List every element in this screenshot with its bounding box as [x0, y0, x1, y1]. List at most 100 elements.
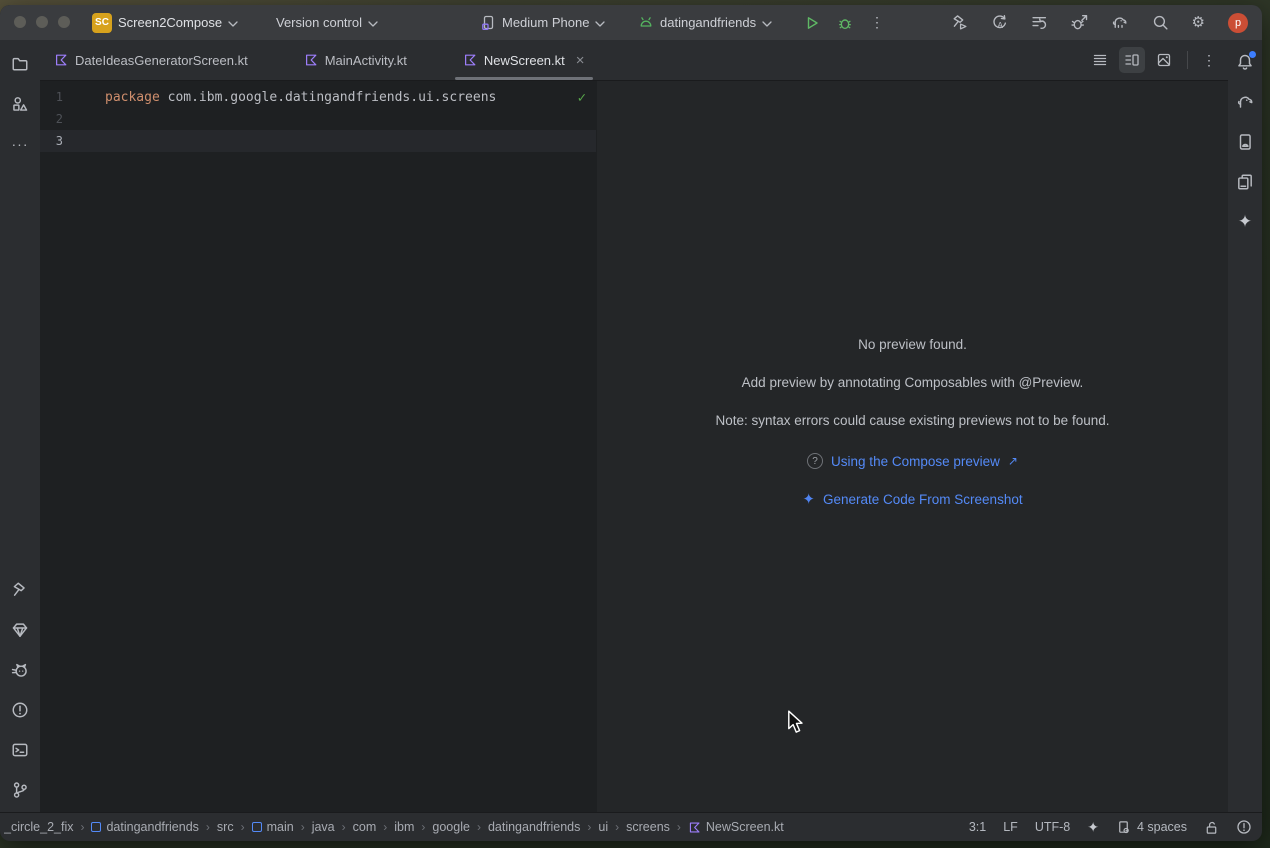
build-tool-button[interactable] [6, 576, 34, 604]
close-window-button[interactable] [14, 16, 26, 28]
external-link-icon: ↗ [1008, 454, 1018, 468]
editor-line[interactable]: 1 package com.ibm.google.datingandfriend… [40, 86, 596, 108]
line-separator-widget[interactable]: LF [1003, 820, 1018, 834]
code-editor[interactable]: 1 package com.ibm.google.datingandfriend… [40, 81, 596, 812]
run-configuration-selector[interactable]: datingandfriends [638, 5, 772, 40]
project-widget[interactable]: SC Screen2Compose [92, 5, 238, 40]
line-number: 1 [40, 90, 105, 104]
breadcrumb-item[interactable]: main [252, 820, 294, 834]
breadcrumb-item[interactable]: _circle_2_fix [4, 820, 73, 834]
device-selector[interactable]: Medium Phone [480, 5, 605, 40]
breadcrumb-item[interactable]: java [312, 820, 335, 834]
recent-changes-icon[interactable] [1031, 14, 1048, 31]
attach-debugger-icon[interactable] [1071, 14, 1088, 31]
more-tool-windows-button[interactable]: ··· [6, 130, 34, 158]
apply-changes-icon[interactable]: A [991, 14, 1008, 31]
breadcrumb-item[interactable]: com [353, 820, 377, 834]
toolbar-right-actions: A [951, 5, 1248, 40]
gradle-tool-button[interactable] [1231, 88, 1259, 116]
svg-text:A: A [997, 20, 1003, 30]
tab-dateideasgeneratorscreen[interactable]: DateIdeasGeneratorScreen.kt [40, 40, 262, 80]
split-view-button[interactable] [1119, 47, 1145, 73]
indent-settings-icon [1116, 820, 1131, 835]
settings-gear-icon[interactable]: ⚙ [1192, 15, 1205, 30]
editor-line[interactable]: 2 [40, 108, 596, 130]
design-view-button[interactable] [1151, 47, 1177, 73]
problems-tool-button[interactable] [6, 696, 34, 724]
module-icon [252, 822, 262, 832]
breadcrumb-separator: › [80, 820, 84, 834]
line-number: 3 [40, 134, 105, 148]
status-bar: _circle_2_fix › datingandfriends › src ›… [0, 812, 1262, 841]
build-icon[interactable] [951, 14, 968, 31]
minimize-window-button[interactable] [36, 16, 48, 28]
breadcrumb: _circle_2_fix › datingandfriends › src ›… [4, 820, 784, 834]
unlocked-icon[interactable] [1204, 820, 1219, 835]
breadcrumb-item[interactable]: ibm [394, 820, 414, 834]
no-preview-message: No preview found. [858, 337, 967, 357]
breadcrumb-item[interactable]: datingandfriends [91, 820, 198, 834]
compose-preview-panel: No preview found. Add preview by annotat… [597, 81, 1228, 812]
breadcrumb-item[interactable]: google [432, 820, 470, 834]
window-controls [14, 16, 70, 28]
chevron-down-icon [228, 21, 238, 27]
editor-line-current[interactable]: 3 [40, 130, 596, 152]
caret-position-widget[interactable]: 3:1 [969, 820, 986, 834]
project-name: Screen2Compose [118, 15, 222, 30]
breadcrumb-item[interactable]: ui [598, 820, 608, 834]
tab-mainactivity[interactable]: MainActivity.kt [290, 40, 421, 80]
running-devices-tool-button[interactable] [1231, 168, 1259, 196]
app-quality-insights-tool-button[interactable] [6, 616, 34, 644]
tab-newscreen[interactable]: NewScreen.kt × [449, 40, 599, 80]
ide-info-icon[interactable] [1236, 819, 1252, 835]
gradle-sync-icon[interactable] [1111, 14, 1129, 31]
breadcrumb-separator: › [421, 820, 425, 834]
inspections-ok-icon[interactable]: ✓ [578, 90, 586, 106]
encoding-widget[interactable]: UTF-8 [1035, 820, 1070, 834]
user-avatar[interactable]: p [1228, 13, 1248, 33]
breadcrumb-item[interactable]: screens [626, 820, 670, 834]
breadcrumb-separator: › [615, 820, 619, 834]
indent-label: 4 spaces [1137, 820, 1187, 834]
code-text: com.ibm.google.datingandfriends.ui.scree… [160, 90, 497, 105]
resource-manager-tool-button[interactable] [6, 90, 34, 118]
zoom-window-button[interactable] [58, 16, 70, 28]
more-run-actions-button[interactable]: ⋮ [870, 14, 884, 31]
breadcrumb-item[interactable]: src [217, 820, 234, 834]
version-control-tool-button[interactable] [6, 776, 34, 804]
vcs-widget[interactable]: Version control [276, 5, 378, 40]
chevron-down-icon [595, 21, 605, 27]
compose-preview-docs-link[interactable]: Using the Compose preview [831, 454, 1000, 469]
left-tool-window-bar: ··· [0, 40, 40, 812]
run-actions: ⋮ [804, 5, 884, 40]
kotlin-file-icon [688, 821, 701, 834]
generate-code-from-screenshot-link[interactable]: Generate Code From Screenshot [823, 492, 1023, 507]
notification-badge [1249, 51, 1256, 58]
terminal-tool-button[interactable] [6, 736, 34, 764]
indent-widget[interactable]: 4 spaces [1116, 820, 1187, 835]
syntax-error-note: Note: syntax errors could cause existing… [716, 413, 1110, 433]
line-number: 2 [40, 112, 105, 126]
debug-button[interactable] [837, 15, 853, 31]
tab-label: DateIdeasGeneratorScreen.kt [75, 53, 248, 68]
breadcrumb-separator: › [677, 820, 681, 834]
editor-view-modes: ⋮ [1087, 40, 1228, 80]
ai-sparkle-icon[interactable]: ✦ [1087, 819, 1099, 836]
breadcrumb-label: datingandfriends [106, 820, 198, 834]
tab-label: NewScreen.kt [484, 53, 565, 68]
close-tab-icon[interactable]: × [576, 53, 585, 68]
code-view-button[interactable] [1087, 47, 1113, 73]
android-icon [638, 15, 654, 31]
help-question-icon: ? [807, 453, 823, 469]
run-button[interactable] [804, 15, 820, 31]
notifications-tool-button[interactable] [1231, 48, 1259, 76]
breadcrumb-item[interactable]: datingandfriends [488, 820, 580, 834]
project-tool-button[interactable] [6, 50, 34, 78]
device-manager-tool-button[interactable] [1231, 128, 1259, 156]
tab-label: MainActivity.kt [325, 53, 407, 68]
breadcrumb-item[interactable]: NewScreen.kt [688, 820, 784, 834]
logcat-tool-button[interactable] [6, 656, 34, 684]
editor-options-button[interactable]: ⋮ [1198, 52, 1220, 69]
search-icon[interactable] [1152, 14, 1169, 31]
gemini-tool-button[interactable]: ✦ [1231, 208, 1259, 236]
